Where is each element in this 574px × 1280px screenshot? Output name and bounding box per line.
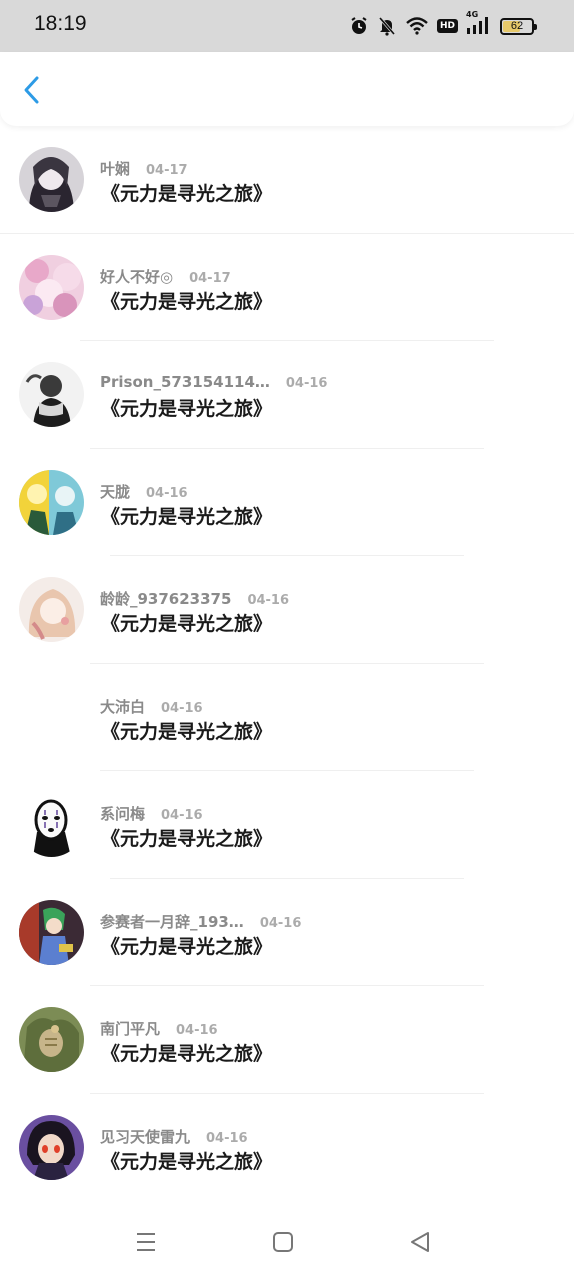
- menu-icon: [135, 1231, 157, 1257]
- app-header: [0, 52, 574, 126]
- battery-level: 62: [510, 19, 524, 32]
- avatar[interactable]: [19, 254, 84, 320]
- avatar[interactable]: [19, 362, 84, 427]
- item-meta: 南门平凡 04-16: [100, 1018, 218, 1039]
- back-triangle-icon: [409, 1231, 431, 1257]
- item-meta: 天胧 04-16: [100, 481, 188, 502]
- home-square-icon: [272, 1231, 294, 1257]
- avatar[interactable]: [19, 1114, 84, 1180]
- mute-bell-icon: [377, 16, 397, 36]
- list-item[interactable]: 见习天使雷九 04-16 《元力是寻光之旅》: [0, 1094, 574, 1201]
- work-title: 《元力是寻光之旅》: [101, 828, 273, 850]
- author-name: 参赛者一月辞_193…: [100, 912, 244, 931]
- publish-date: 04-16: [176, 1023, 218, 1038]
- work-title: 《元力是寻光之旅》: [101, 613, 273, 635]
- work-title: 《元力是寻光之旅》: [101, 1150, 273, 1173]
- list-item[interactable]: 龄龄_937623375 04-16 《元力是寻光之旅》: [0, 556, 574, 664]
- work-title: 《元力是寻光之旅》: [101, 505, 273, 528]
- publish-date: 04-16: [285, 376, 328, 391]
- avatar[interactable]: [19, 1007, 84, 1072]
- author-name: 见习天使雷九: [100, 1127, 191, 1146]
- publish-date: 04-16: [161, 700, 203, 716]
- wifi-icon: [405, 16, 429, 36]
- avatar[interactable]: [19, 792, 84, 857]
- item-meta: 系问梅 04-16: [100, 803, 203, 824]
- publish-date: 04-16: [146, 485, 188, 501]
- chevron-left-icon: [22, 75, 40, 109]
- system-nav-bar: [0, 1200, 574, 1280]
- publish-date: 04-17: [189, 270, 231, 286]
- list-item[interactable]: 大沛白 04-16 《元力是寻光之旅》: [0, 664, 574, 771]
- author-name: Prison_573154114…: [100, 373, 270, 391]
- work-title: 《元力是寻光之旅》: [101, 1043, 273, 1065]
- status-time: 18:19: [34, 12, 87, 35]
- author-name: 天胧: [100, 482, 131, 501]
- avatar[interactable]: [19, 577, 84, 642]
- list-item[interactable]: 叶娴 04-17 《元力是寻光之旅》: [0, 126, 574, 234]
- author-name: 龄龄_937623375: [100, 590, 232, 608]
- menu-button[interactable]: [134, 1232, 158, 1256]
- status-bar: 18:19 HD 4G 62: [0, 0, 574, 52]
- back-button[interactable]: [14, 72, 48, 112]
- work-title: 《元力是寻光之旅》: [101, 183, 273, 205]
- home-button[interactable]: [271, 1232, 295, 1256]
- list-item[interactable]: Prison_573154114… 04-16 《元力是寻光之旅》: [0, 341, 574, 449]
- status-icons: HD 4G 62: [349, 10, 537, 38]
- alarm-icon: [349, 16, 369, 36]
- work-title: 《元力是寻光之旅》: [101, 290, 273, 313]
- item-meta: 大沛白 04-16: [100, 696, 203, 717]
- author-name: 好人不好◎: [100, 267, 174, 286]
- work-title: 《元力是寻光之旅》: [101, 935, 273, 958]
- item-meta: 龄龄_937623375 04-16: [100, 588, 289, 609]
- list-item[interactable]: 好人不好◎ 04-17 《元力是寻光之旅》: [0, 234, 574, 341]
- hd-icon: HD: [436, 19, 458, 33]
- item-meta: 叶娴 04-17: [100, 158, 188, 179]
- item-meta: 好人不好◎ 04-17: [100, 266, 231, 287]
- publish-date: 04-16: [259, 915, 302, 931]
- avatar[interactable]: [19, 899, 84, 965]
- avatar[interactable]: [19, 469, 84, 535]
- list-item[interactable]: 南门平凡 04-16 《元力是寻光之旅》: [0, 986, 574, 1094]
- author-name: 叶娴: [100, 160, 131, 178]
- publish-date: 04-16: [206, 1130, 248, 1146]
- publish-date: 04-17: [146, 163, 188, 178]
- author-name: 大沛白: [100, 697, 146, 716]
- system-back-button[interactable]: [408, 1232, 432, 1256]
- item-meta: Prison_573154114… 04-16: [100, 373, 327, 391]
- avatar[interactable]: [19, 684, 84, 750]
- item-meta: 参赛者一月辞_193… 04-16: [100, 911, 301, 932]
- list-item[interactable]: 参赛者一月辞_193… 04-16 《元力是寻光之旅》: [0, 879, 574, 986]
- avatar[interactable]: [19, 147, 84, 212]
- author-name: 系问梅: [100, 805, 146, 823]
- battery-icon: 62: [500, 17, 537, 35]
- author-name: 南门平凡: [100, 1020, 161, 1038]
- work-list: 叶娴 04-17 《元力是寻光之旅》 好人不好◎ 04-17 《元力是寻光之旅》: [0, 126, 574, 1201]
- publish-date: 04-16: [161, 808, 203, 823]
- item-meta: 见习天使雷九 04-16: [100, 1126, 248, 1147]
- work-title: 《元力是寻光之旅》: [101, 720, 273, 743]
- work-title: 《元力是寻光之旅》: [101, 398, 273, 420]
- list-item[interactable]: 系问梅 04-16 《元力是寻光之旅》: [0, 771, 574, 879]
- signal-4g-icon: 4G: [466, 10, 492, 36]
- list-item[interactable]: 天胧 04-16 《元力是寻光之旅》: [0, 449, 574, 556]
- publish-date: 04-16: [247, 593, 290, 608]
